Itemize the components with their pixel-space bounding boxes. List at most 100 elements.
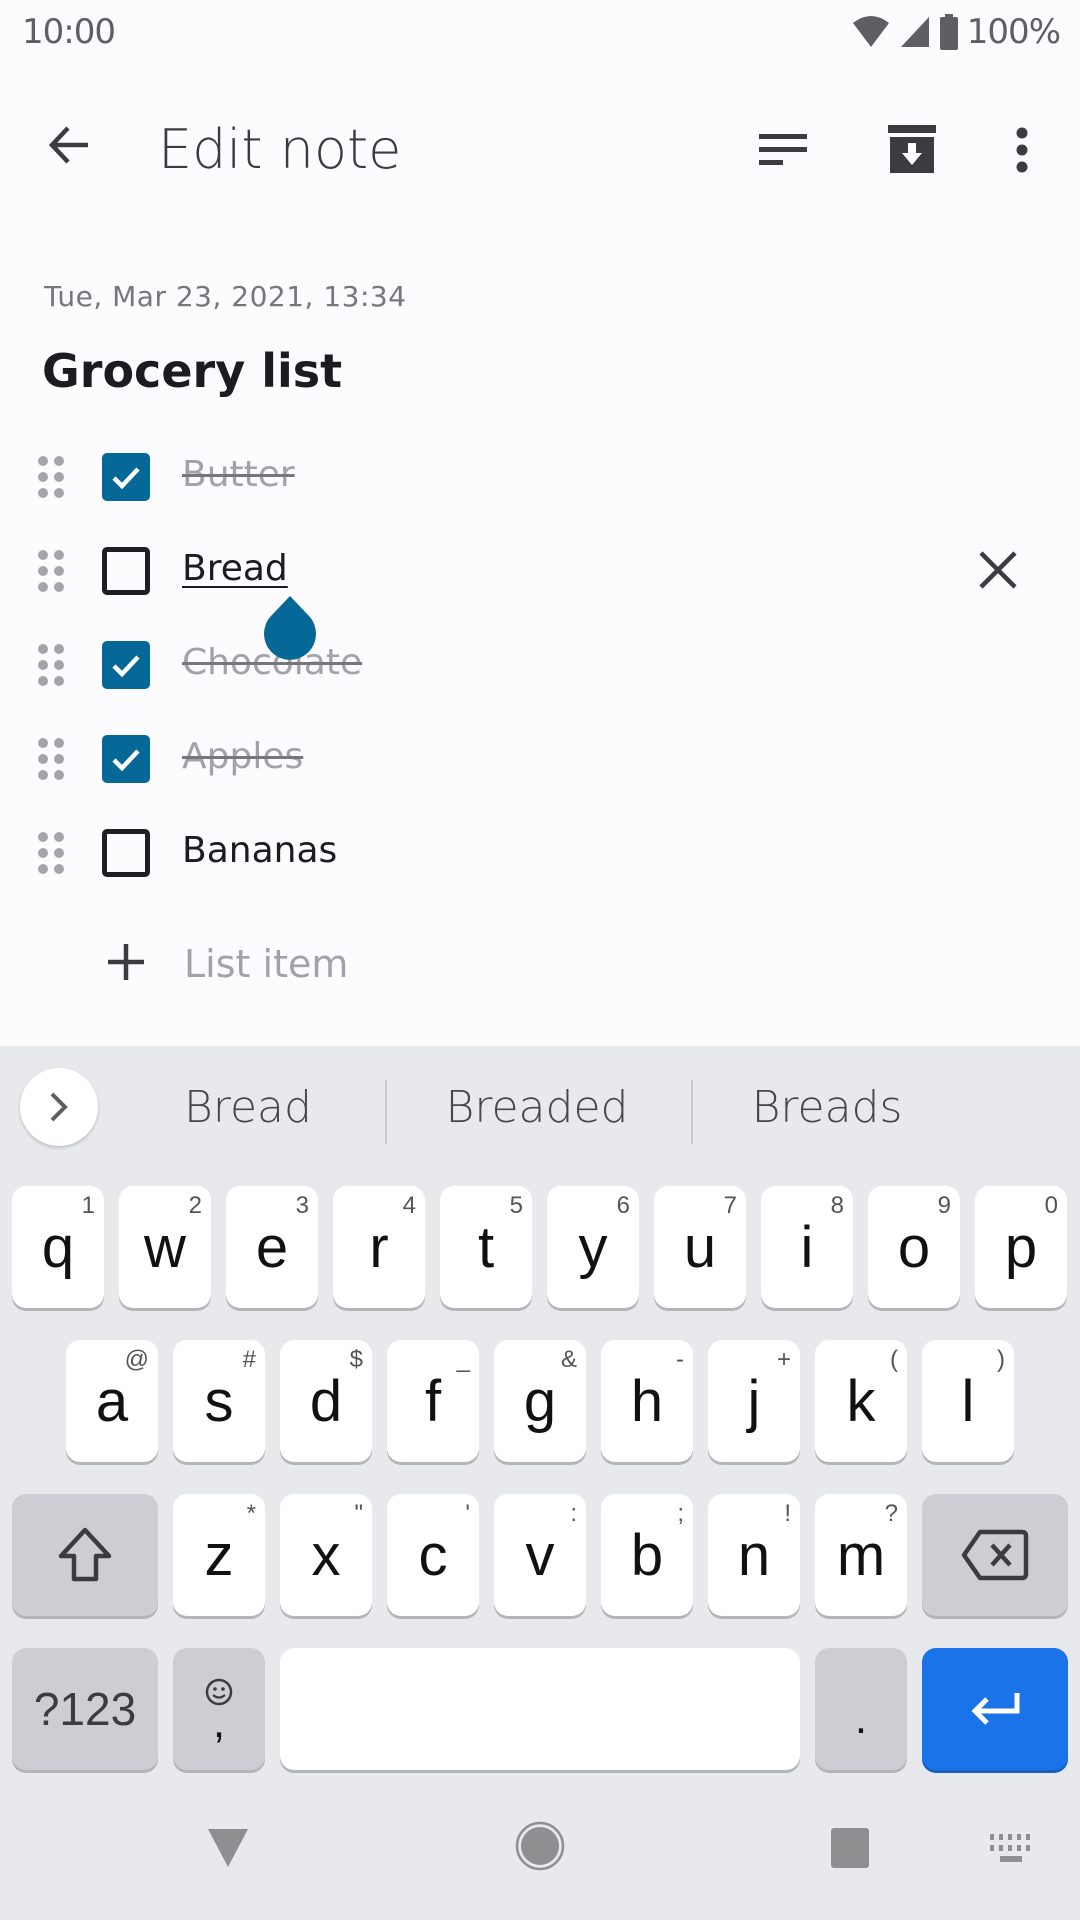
back-button[interactable]: [44, 120, 104, 180]
key-j[interactable]: j +: [708, 1340, 800, 1462]
delete-item-button[interactable]: [970, 542, 1026, 598]
keyboard-icon: [990, 1834, 1030, 1862]
status-icons: 100%: [851, 12, 1061, 52]
key-r[interactable]: r4: [333, 1186, 425, 1308]
nav-recents-icon: [831, 1828, 869, 1868]
key-g[interactable]: g &: [494, 1340, 586, 1462]
key-b[interactable]: b;: [601, 1494, 693, 1616]
item-checkbox[interactable]: [102, 641, 150, 689]
item-text[interactable]: Butter: [182, 454, 295, 495]
archive-icon: [888, 125, 936, 173]
key-label: h: [630, 1368, 664, 1434]
sort-icon: [759, 134, 807, 165]
backspace-key[interactable]: [922, 1494, 1068, 1616]
key-label: i: [800, 1214, 814, 1280]
suggestion-2[interactable]: Breaded: [406, 1082, 668, 1133]
key-hint: @: [124, 1346, 149, 1373]
key-q[interactable]: q1: [12, 1186, 104, 1308]
text-cursor-handle[interactable]: [262, 594, 318, 660]
key-label: .: [854, 1694, 868, 1743]
emoji-comma-key[interactable]: ,: [173, 1648, 265, 1770]
key-hint: 4: [402, 1192, 416, 1219]
key-hint: 6: [616, 1192, 630, 1219]
key-e[interactable]: e3: [226, 1186, 318, 1308]
key-label: ,: [212, 1698, 226, 1747]
key-c[interactable]: c ': [387, 1494, 479, 1616]
add-list-item-button[interactable]: List item: [0, 916, 1080, 1010]
item-text[interactable]: Bananas: [182, 830, 337, 871]
key-h[interactable]: h-: [601, 1340, 693, 1462]
key-label: l: [961, 1368, 975, 1434]
enter-key[interactable]: [922, 1648, 1068, 1770]
period-key[interactable]: .: [815, 1648, 907, 1770]
drag-handle-icon[interactable]: [38, 644, 68, 688]
sort-button[interactable]: [750, 116, 818, 184]
key-w[interactable]: w2: [119, 1186, 211, 1308]
key-hint: -: [676, 1346, 684, 1373]
key-label: x: [311, 1522, 341, 1588]
symbols-key[interactable]: ?123: [12, 1648, 158, 1770]
key-i[interactable]: i8: [761, 1186, 853, 1308]
key-n[interactable]: n!: [708, 1494, 800, 1616]
key-hint: &: [560, 1346, 577, 1373]
nav-recents-button[interactable]: [812, 1810, 888, 1886]
key-label: t: [477, 1214, 495, 1280]
status-time: 10:00: [22, 12, 116, 52]
nav-back-button[interactable]: [190, 1810, 266, 1886]
list-item: Butter: [0, 430, 1080, 524]
key-m[interactable]: m?: [815, 1494, 907, 1616]
key-label: q: [41, 1214, 75, 1280]
key-f[interactable]: f _: [387, 1340, 479, 1462]
key-hint: 8: [830, 1192, 844, 1219]
key-u[interactable]: u7: [654, 1186, 746, 1308]
key-x[interactable]: x ": [280, 1494, 372, 1616]
archive-button[interactable]: [878, 116, 946, 184]
key-label: m: [836, 1522, 886, 1588]
drag-handle-icon[interactable]: [38, 738, 68, 782]
key-k[interactable]: k(: [815, 1340, 907, 1462]
nav-home-button[interactable]: [502, 1808, 578, 1884]
keyboard-switch-button[interactable]: [980, 1820, 1040, 1876]
battery-percent: 100%: [966, 12, 1061, 52]
item-checkbox[interactable]: [102, 453, 150, 501]
key-hint: 9: [937, 1192, 951, 1219]
plus-icon: [108, 944, 144, 980]
key-t[interactable]: t5: [440, 1186, 532, 1308]
check-icon: [112, 749, 140, 772]
note-title[interactable]: Grocery list: [42, 344, 342, 398]
key-d[interactable]: d $: [280, 1340, 372, 1462]
key-o[interactable]: o9: [868, 1186, 960, 1308]
key-hint: 3: [295, 1192, 309, 1219]
key-label: a: [95, 1368, 129, 1434]
on-screen-keyboard: Bread Breaded Breads q1 w2 e3 r4 t5 y6 u…: [0, 1046, 1080, 1920]
shift-key[interactable]: [12, 1494, 158, 1616]
suggestion-3[interactable]: Breads: [710, 1082, 944, 1133]
key-a[interactable]: a @: [66, 1340, 158, 1462]
suggestion-1[interactable]: Bread: [130, 1082, 366, 1133]
key-hint: 5: [509, 1192, 523, 1219]
more-options-button[interactable]: [988, 116, 1056, 184]
drag-handle-icon[interactable]: [38, 832, 68, 876]
key-label: d: [309, 1368, 343, 1434]
key-label: k: [846, 1368, 876, 1434]
key-z[interactable]: z *: [173, 1494, 265, 1616]
item-text-input[interactable]: Bread: [182, 548, 288, 589]
key-s[interactable]: s #: [173, 1340, 265, 1462]
key-y[interactable]: y6: [547, 1186, 639, 1308]
enter-icon: [971, 1693, 1020, 1725]
drag-handle-icon[interactable]: [38, 550, 68, 594]
drag-handle-icon[interactable]: [38, 456, 68, 500]
item-checkbox[interactable]: [102, 829, 150, 877]
item-checkbox[interactable]: [102, 547, 150, 595]
key-label: r: [369, 1214, 389, 1280]
key-p[interactable]: p0: [975, 1186, 1067, 1308]
expand-toolbar-button[interactable]: [20, 1068, 98, 1146]
item-text[interactable]: Apples: [182, 736, 303, 777]
space-key[interactable]: [280, 1648, 800, 1770]
add-item-placeholder: List item: [184, 942, 349, 986]
key-label: w: [144, 1214, 186, 1280]
item-checkbox[interactable]: [102, 735, 150, 783]
key-v[interactable]: v:: [494, 1494, 586, 1616]
key-l[interactable]: l): [922, 1340, 1014, 1462]
backspace-icon: [961, 1529, 1029, 1581]
